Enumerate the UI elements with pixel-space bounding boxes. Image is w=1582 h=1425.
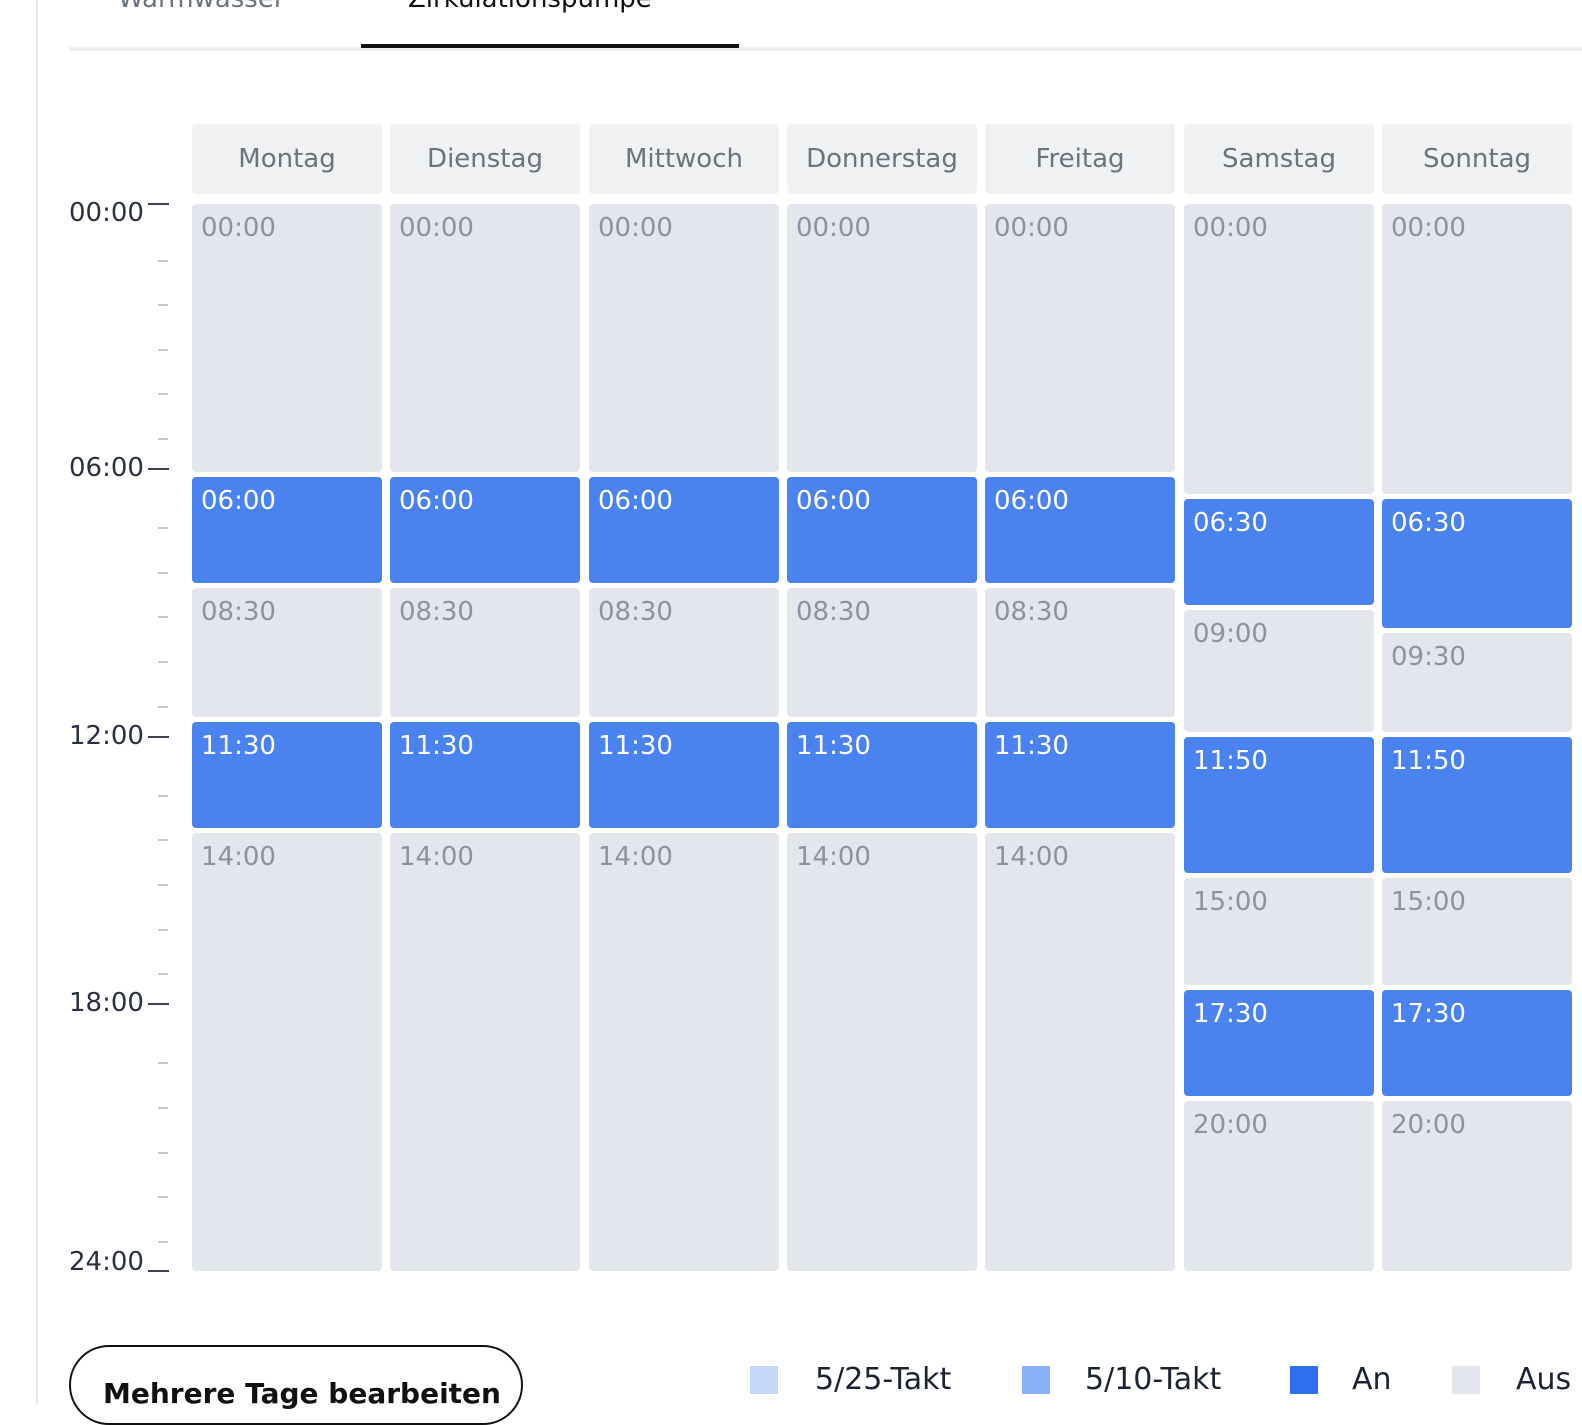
time-axis-label: 12:00 [69,721,144,751]
day-header-sonntag[interactable]: Sonntag [1382,124,1572,194]
tab-bar-baseline [69,47,1582,51]
time-axis-minor-tick [158,616,168,618]
schedule-block-off[interactable]: 14:00 [192,833,382,1271]
time-axis-label: 00:00 [69,198,144,228]
schedule-block-off[interactable]: 08:30 [985,588,1175,717]
time-axis-minor-tick [158,260,168,262]
day-header-mittwoch[interactable]: Mittwoch [589,124,779,194]
edit-multiple-days-button[interactable]: Mehrere Tage bearbeiten [69,1345,523,1425]
schedule-block-off[interactable]: 08:30 [787,588,977,717]
time-axis-major-tick [148,468,169,470]
day-column: 00:00 06:30 09:30 11:50 15:00 17:30 20:00 [1382,204,1572,1271]
schedule-block-off[interactable]: 14:00 [787,833,977,1271]
time-axis-minor-tick [158,973,168,975]
left-divider [36,0,38,1404]
time-axis-minor-tick [158,1152,168,1154]
time-axis-minor-tick [158,839,168,841]
legend-label: 5/10-Takt [1085,1362,1222,1397]
time-axis-minor-tick [158,1107,168,1109]
time-axis-minor-tick [158,929,168,931]
time-axis-minor-tick [158,1196,168,1198]
day-header-dienstag[interactable]: Dienstag [390,124,580,194]
time-axis-label: 06:00 [69,453,144,483]
schedule-block-on[interactable]: 06:00 [192,477,382,583]
schedule-block-on[interactable]: 06:00 [787,477,977,583]
schedule-block-off[interactable]: 14:00 [985,833,1175,1271]
schedule-block-off[interactable]: 09:30 [1382,633,1572,732]
tab-warmwasser[interactable]: Warmwasser [118,0,285,14]
time-axis-minor-tick [158,438,168,440]
tab-zirkulationspumpe[interactable]: Zirkulationspumpe [408,0,652,14]
day-header-samstag[interactable]: Samstag [1184,124,1374,194]
legend-label: Aus [1516,1362,1572,1397]
schedule-block-off[interactable]: 00:00 [787,204,977,472]
schedule-block-off[interactable]: 00:00 [985,204,1175,472]
legend-swatch [750,1366,778,1394]
time-axis-minor-tick [158,527,168,529]
day-column: 00:00 06:00 08:30 11:30 14:00 [390,204,580,1271]
schedule-block-off[interactable]: 14:00 [390,833,580,1271]
legend-swatch [1452,1366,1480,1394]
schedule-block-off[interactable]: 08:30 [390,588,580,717]
schedule-block-on[interactable]: 17:30 [1382,990,1572,1096]
schedule-block-on[interactable]: 11:30 [192,722,382,828]
time-axis-label: 24:00 [69,1247,144,1277]
schedule-block-on[interactable]: 11:30 [589,722,779,828]
legend-swatch [1022,1366,1050,1394]
legend-label: 5/25-Takt [815,1362,952,1397]
schedule-block-off[interactable]: 14:00 [589,833,779,1271]
schedule-block-on[interactable]: 06:00 [985,477,1175,583]
schedule-block-off[interactable]: 15:00 [1184,878,1374,985]
schedule-block-on[interactable]: 06:00 [589,477,779,583]
schedule-block-off[interactable]: 00:00 [1382,204,1572,494]
time-axis-minor-tick [158,1062,168,1064]
time-axis-minor-tick [158,1241,168,1243]
time-axis-minor-tick [158,572,168,574]
time-axis-major-tick [148,736,169,738]
schedule-block-on[interactable]: 06:00 [390,477,580,583]
day-column: 00:00 06:00 08:30 11:30 14:00 [787,204,977,1271]
active-tab-indicator [361,44,739,48]
schedule-block-on[interactable]: 11:50 [1382,737,1572,873]
time-axis-major-tick [148,1003,169,1005]
schedule-block-on[interactable]: 06:30 [1382,499,1572,628]
schedule-block-on[interactable]: 11:30 [787,722,977,828]
schedule-block-on[interactable]: 06:30 [1184,499,1374,605]
time-axis-major-tick [148,1270,169,1272]
day-column: 00:00 06:30 09:00 11:50 15:00 17:30 20:00 [1184,204,1374,1271]
schedule-block-off[interactable]: 20:00 [1382,1101,1572,1271]
schedule-block-off[interactable]: 00:00 [1184,204,1374,494]
time-axis-minor-tick [158,884,168,886]
schedule-block-off[interactable]: 00:00 [192,204,382,472]
legend-swatch [1290,1366,1318,1394]
day-header-montag[interactable]: Montag [192,124,382,194]
time-axis-minor-tick [158,393,168,395]
schedule-block-on[interactable]: 11:30 [985,722,1175,828]
schedule-block-off[interactable]: 09:00 [1184,610,1374,732]
legend-label: An [1352,1362,1392,1397]
schedule-block-off[interactable]: 08:30 [192,588,382,717]
time-axis-minor-tick [158,706,168,708]
schedule-block-off[interactable]: 08:30 [589,588,779,717]
time-axis-minor-tick [158,795,168,797]
schedule-block-on[interactable]: 11:30 [390,722,580,828]
day-column: 00:00 06:00 08:30 11:30 14:00 [589,204,779,1271]
day-column: 00:00 06:00 08:30 11:30 14:00 [985,204,1175,1271]
time-axis-label: 18:00 [69,988,144,1018]
time-axis-minor-tick [158,349,168,351]
time-axis-minor-tick [158,661,168,663]
schedule-block-off[interactable]: 15:00 [1382,878,1572,985]
schedule-block-off[interactable]: 00:00 [589,204,779,472]
time-axis-minor-tick [158,304,168,306]
schedule-block-off[interactable]: 20:00 [1184,1101,1374,1271]
day-header-freitag[interactable]: Freitag [985,124,1175,194]
day-column: 00:00 06:00 08:30 11:30 14:00 [192,204,382,1271]
day-header-donnerstag[interactable]: Donnerstag [787,124,977,194]
time-axis-major-tick [148,203,169,205]
schedule-block-off[interactable]: 00:00 [390,204,580,472]
schedule-block-on[interactable]: 11:50 [1184,737,1374,873]
schedule-block-on[interactable]: 17:30 [1184,990,1374,1096]
